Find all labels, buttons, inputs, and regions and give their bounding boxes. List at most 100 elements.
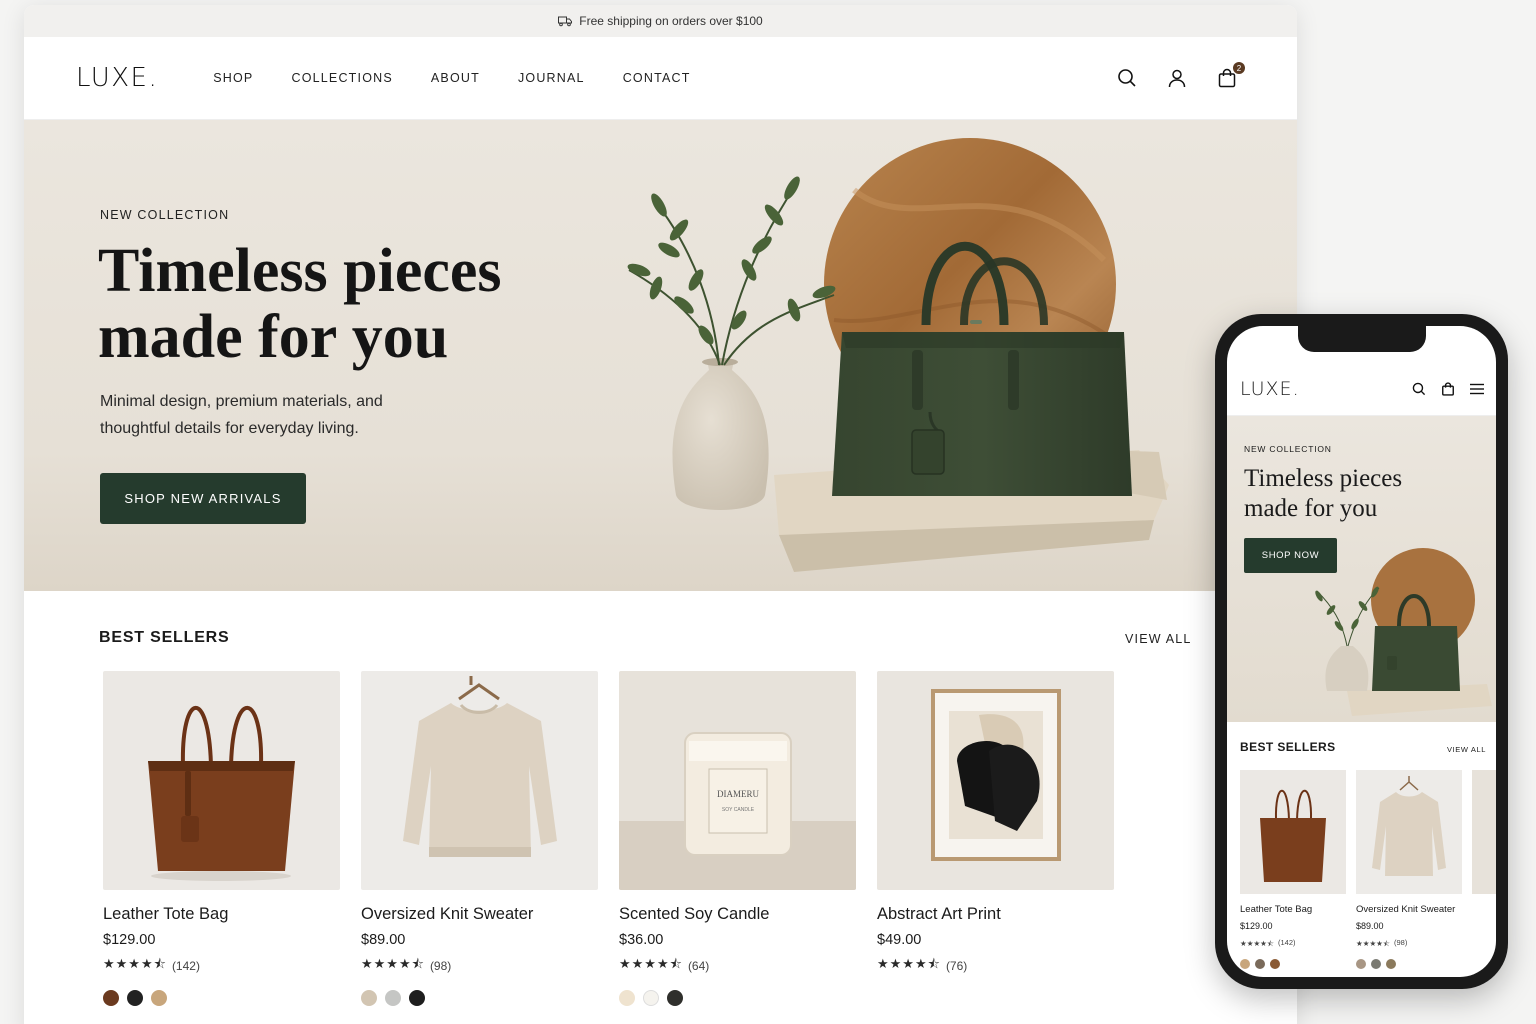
mobile-hero-title-line2: made for you [1244, 495, 1378, 522]
mobile-hero: NEW COLLECTION Timeless pieces made for y… [1227, 416, 1496, 722]
product-price: $129.00 [103, 932, 156, 948]
announcement-bar: Free shipping on orders over $100 [24, 5, 1297, 37]
review-count: (64) [687, 959, 710, 973]
swatch-grey[interactable] [385, 990, 401, 1006]
mobile-product-name[interactable]: Leather Tote Bag [1240, 904, 1346, 915]
phone-notch [1298, 326, 1426, 352]
product-card[interactable]: Oversized Knit Sweater $89.00 ★★★★⯪ (98) [361, 671, 598, 1006]
product-card[interactable]: Abstract Art Print $49.00 ★★★★⯪ (76) [877, 671, 1114, 1006]
swatch-brown[interactable] [103, 990, 119, 1006]
review-count: (142) [171, 959, 200, 973]
best-sellers-heading: BEST SELLERS [99, 629, 230, 646]
mobile-hero-title: Timeless pieces made for you [1244, 464, 1444, 524]
swatch-brown[interactable] [1270, 959, 1280, 969]
product-card[interactable]: Leather Tote Bag $129.00 ★★★★⯪ (142) [103, 671, 340, 1006]
star-rating: ★★★★⯪ [361, 956, 425, 971]
hero-eyebrow: NEW COLLECTION [100, 208, 230, 222]
mobile-product-price: $129.00 [1240, 921, 1273, 931]
mobile-product-card[interactable]: Oversized Knit Sweater $89.00 ★★★★⯪ (98) [1356, 770, 1462, 969]
swatch-grey[interactable] [1371, 959, 1381, 969]
mobile-product-card[interactable]: Leather Tote Bag $129.00 ★★★★⯪ (142) [1240, 770, 1346, 969]
mobile-color-swatches [1356, 959, 1462, 969]
swatch-beige[interactable] [361, 990, 377, 1006]
swatch-cream[interactable] [619, 990, 635, 1006]
account-icon[interactable] [1167, 68, 1187, 88]
product-rating: ★★★★⯪ (64) [619, 955, 856, 977]
svg-text:DIAMERU: DIAMERU [717, 789, 759, 799]
hero-subtitle: Minimal design, premium materials, and t… [100, 393, 383, 437]
mobile-product-name[interactable]: Oversized Knit Sweater [1356, 904, 1462, 915]
swatch-black[interactable] [409, 990, 425, 1006]
announcement-text: Free shipping on orders over $100 [579, 14, 763, 28]
swatch-charcoal[interactable] [667, 990, 683, 1006]
bag-icon[interactable]: 2 [1217, 62, 1245, 88]
product-card[interactable]: DIAMERU SOY CANDLE Scented Soy Candle $36… [619, 671, 856, 1006]
hero-banner: NEW COLLECTION Timeless pieces made for y… [24, 120, 1297, 591]
shop-new-arrivals-button[interactable]: SHOP NEW ARRIVALS [100, 473, 306, 524]
site-header: LUXE. SHOP COLLECTIONS ABOUT JOURNAL CON… [24, 37, 1297, 120]
color-swatches [619, 990, 856, 1006]
truck-icon [558, 16, 573, 26]
desktop-browser-window: Free shipping on orders over $100 LUXE. … [24, 5, 1297, 1024]
view-all-link[interactable]: VIEW ALL [1125, 632, 1192, 646]
menu-icon[interactable] [1470, 383, 1484, 395]
review-count: (98) [1394, 938, 1408, 947]
mobile-logo[interactable]: LUXE. [1240, 378, 1300, 400]
mobile-product-rating: ★★★★⯪ (142) [1240, 938, 1346, 951]
mobile-product-card-partial[interactable] [1472, 770, 1496, 969]
mobile-header: LUXE. [1227, 362, 1496, 416]
hero-title: Timeless pieces made for you [98, 238, 598, 370]
product-name[interactable]: Oversized Knit Sweater [361, 905, 598, 924]
star-rating: ★★★★⯪ [619, 956, 683, 971]
product-rating: ★★★★⯪ (142) [103, 955, 340, 977]
product-rating: ★★★★⯪ (98) [361, 955, 598, 977]
mobile-header-icons [1412, 381, 1484, 396]
swatch-taupe[interactable] [1255, 959, 1265, 969]
product-name[interactable]: Leather Tote Bag [103, 905, 340, 924]
star-rating: ★★★★⯪ [1240, 939, 1274, 948]
swatch-stone[interactable] [1356, 959, 1366, 969]
product-rating: ★★★★⯪ (76) [877, 955, 1114, 977]
star-rating: ★★★★⯪ [877, 956, 941, 971]
mobile-view-all-link[interactable]: VIEW ALL [1447, 745, 1486, 754]
swatch-tan[interactable] [1240, 959, 1250, 969]
swatch-white[interactable] [643, 990, 659, 1006]
swatch-black[interactable] [127, 990, 143, 1006]
mobile-screen: LUXE. NEW COLLECTION Timeless pieces made… [1227, 326, 1496, 977]
nav-collections[interactable]: COLLECTIONS [291, 71, 392, 85]
product-price: $36.00 [619, 932, 664, 948]
product-image-candle[interactable]: DIAMERU SOY CANDLE [619, 671, 856, 890]
product-name[interactable]: Scented Soy Candle [619, 905, 856, 924]
product-image-tote[interactable] [103, 671, 340, 890]
star-rating: ★★★★⯪ [103, 956, 167, 971]
mobile-product-image-sweater[interactable] [1356, 770, 1462, 894]
hero-product-image [627, 138, 1169, 572]
mobile-product-image-partial[interactable] [1472, 770, 1496, 894]
swatch-tan[interactable] [151, 990, 167, 1006]
product-image-sweater[interactable] [361, 671, 598, 890]
search-icon[interactable] [1117, 68, 1137, 88]
product-name[interactable]: Abstract Art Print [877, 905, 1114, 924]
review-count: (98) [429, 959, 452, 973]
nav-contact[interactable]: CONTACT [623, 71, 691, 85]
svg-text:SOY CANDLE: SOY CANDLE [722, 807, 755, 813]
nav-shop[interactable]: SHOP [213, 71, 253, 85]
mobile-product-carousel: Leather Tote Bag $129.00 ★★★★⯪ (142) Over… [1240, 770, 1496, 969]
mobile-color-swatches [1240, 959, 1346, 969]
star-rating: ★★★★⯪ [1356, 939, 1390, 948]
mobile-product-rating: ★★★★⯪ (98) [1356, 938, 1462, 951]
nav-journal[interactable]: JOURNAL [518, 71, 585, 85]
bag-icon[interactable] [1441, 381, 1455, 396]
nav-about[interactable]: ABOUT [431, 71, 480, 85]
swatch-olive[interactable] [1386, 959, 1396, 969]
review-count: (76) [945, 959, 968, 973]
site-logo[interactable]: LUXE. [76, 63, 158, 93]
search-icon[interactable] [1412, 382, 1426, 396]
product-image-art-print[interactable] [877, 671, 1114, 890]
color-swatches [361, 990, 598, 1006]
mobile-best-sellers-heading: BEST SELLERS [1240, 740, 1336, 754]
main-nav: SHOP COLLECTIONS ABOUT JOURNAL CONTACT [213, 71, 728, 85]
mobile-product-image-tote[interactable] [1240, 770, 1346, 894]
cart-count-badge: 2 [1233, 62, 1245, 74]
product-price: $89.00 [361, 932, 406, 948]
